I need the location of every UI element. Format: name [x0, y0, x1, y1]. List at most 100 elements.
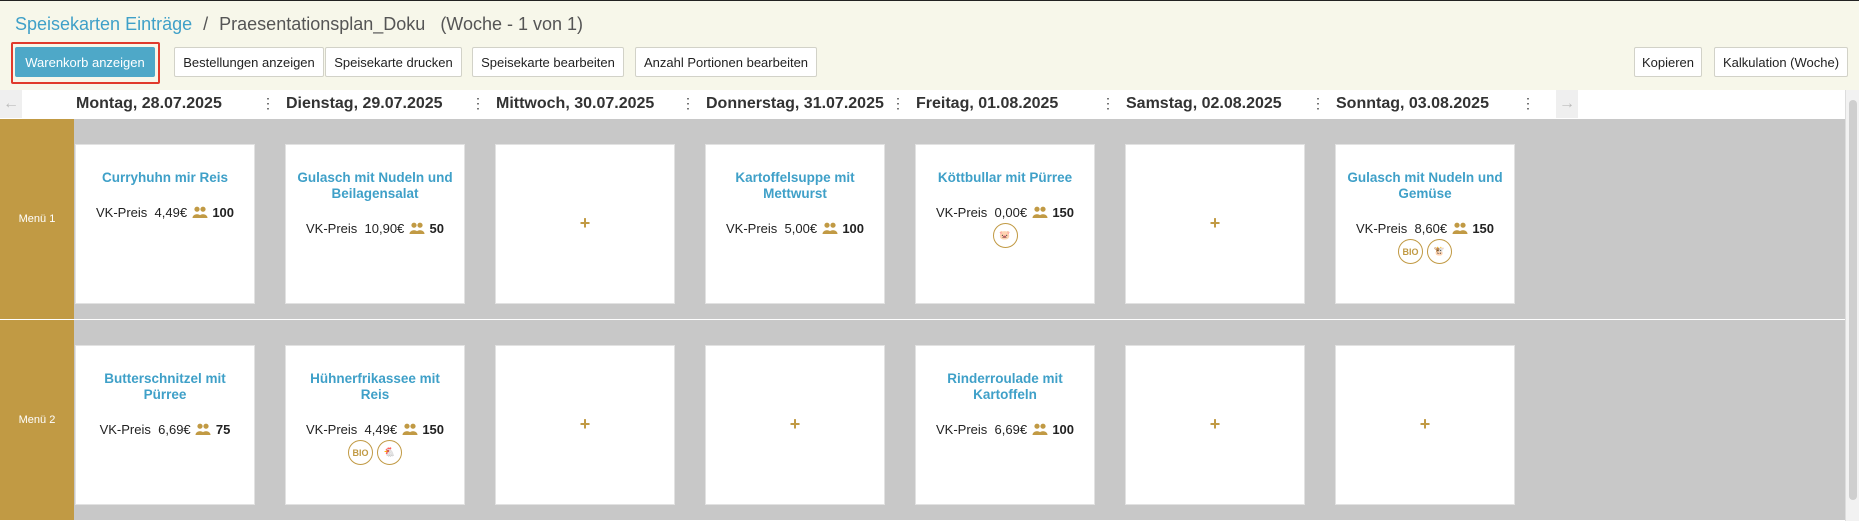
dish-card[interactable]: Köttbullar mit Pürree VK-Preis 0,00€ 150 🐷 — [915, 144, 1095, 304]
price-label: VK-Preis — [305, 422, 358, 437]
add-dish-icon[interactable]: + — [1126, 414, 1304, 435]
arrow-left-icon[interactable]: ← — [0, 90, 22, 118]
add-dish-icon[interactable]: + — [1126, 213, 1304, 234]
dish-card[interactable]: Butterschnitzel mit Pürree VK-Preis 6,69€… — [75, 345, 255, 505]
dish-price-line: VK-Preis 10,90€ 50 — [286, 221, 464, 236]
breadcrumb: Speisekarten Einträge / Praesentationspl… — [15, 14, 583, 35]
day-options-icon[interactable]: ⋮ — [891, 96, 905, 112]
add-dish-icon[interactable]: + — [1336, 414, 1514, 435]
day-options-icon[interactable]: ⋮ — [1311, 96, 1325, 112]
price-label: VK-Preis — [95, 205, 148, 220]
day-header: Mittwoch, 30.07.2025 — [496, 95, 655, 112]
dish-price-line: VK-Preis 5,00€ 100 — [706, 221, 884, 236]
breadcrumb-plan-name: Praesentationsplan_Doku — [219, 14, 426, 34]
dish-card[interactable]: Rinderroulade mit Kartoffeln VK-Preis 6,6… — [915, 345, 1095, 505]
portion-count: 100 — [842, 221, 865, 236]
breadcrumb-root-link[interactable]: Speisekarten Einträge — [15, 14, 192, 34]
dish-price-line: VK-Preis 6,69€ 75 — [76, 422, 254, 437]
dish-title[interactable]: Gulasch mit Nudeln und Beilagensalat — [294, 170, 456, 202]
dish-card[interactable]: Kartoffelsuppe mit Mettwurst VK-Preis 5,0… — [705, 144, 885, 304]
empty-slot-card[interactable]: + — [705, 345, 885, 505]
dish-title[interactable]: Köttbullar mit Pürree — [924, 170, 1086, 186]
dish-card[interactable]: Curryhuhn mir Reis VK-Preis 4,49€ 100 — [75, 144, 255, 304]
dish-title[interactable]: Rinderroulade mit Kartoffeln — [924, 371, 1086, 403]
empty-slot-card[interactable]: + — [495, 144, 675, 304]
price-value: 10,90€ — [364, 221, 405, 236]
price-value: 6,69€ — [158, 422, 191, 437]
dish-card[interactable]: Gulasch mit Nudeln und Beilagensalat VK-P… — [285, 144, 465, 304]
people-icon — [822, 222, 838, 234]
price-label: VK-Preis — [935, 422, 988, 437]
dish-title[interactable]: Butterschnitzel mit Pürree — [84, 371, 246, 403]
price-value: 4,49€ — [364, 422, 398, 437]
portion-count: 75 — [215, 422, 231, 437]
add-dish-icon[interactable]: + — [706, 414, 884, 435]
copy-button[interactable]: Kopieren — [1634, 47, 1702, 77]
portion-count: 100 — [212, 205, 235, 220]
bio-icon: BIO — [1398, 239, 1423, 264]
portion-count: 100 — [1052, 422, 1075, 437]
dish-title[interactable]: Gulasch mit Nudeln und Gemüse — [1344, 170, 1506, 202]
dish-card[interactable]: Gulasch mit Nudeln und Gemüse VK-Preis 8,… — [1335, 144, 1515, 304]
people-icon — [409, 222, 425, 234]
price-value: 4,49€ — [154, 205, 188, 220]
bio-icon: BIO — [348, 440, 373, 465]
day-header: Montag, 28.07.2025 — [76, 95, 222, 112]
people-icon — [1452, 222, 1468, 234]
show-orders-button[interactable]: Bestellungen anzeigen — [174, 47, 324, 77]
edit-menu-button[interactable]: Speisekarte bearbeiten — [472, 47, 624, 77]
portion-count: 150 — [422, 422, 445, 437]
menu-row: Menü 2 Butterschnitzel mit Pürree VK-Preis… — [0, 320, 1845, 520]
day-header-row: ← → Montag, 28.07.2025 ⋮ Dienstag, 29.07.2… — [0, 90, 1580, 118]
price-value: 8,60€ — [1414, 221, 1448, 236]
menu-row-label: Menü 1 — [0, 119, 74, 319]
price-label: VK-Preis — [935, 205, 988, 220]
price-label: VK-Preis — [1355, 221, 1408, 236]
dish-badges: BIO 🐮 — [1336, 239, 1514, 264]
arrow-right-icon[interactable]: → — [1556, 90, 1578, 118]
price-value: 0,00€ — [994, 205, 1028, 220]
empty-slot-card[interactable]: + — [1125, 345, 1305, 505]
chicken-icon: 🐔 — [377, 440, 402, 465]
day-options-icon[interactable]: ⋮ — [261, 96, 275, 112]
day-header: Dienstag, 29.07.2025 — [286, 95, 443, 112]
empty-slot-card[interactable]: + — [495, 345, 675, 505]
edit-portions-button[interactable]: Anzahl Portionen bearbeiten — [635, 47, 817, 77]
print-menu-button[interactable]: Speisekarte drucken — [325, 47, 462, 77]
day-options-icon[interactable]: ⋮ — [1101, 96, 1115, 112]
dish-card[interactable]: Hühnerfrikassee mit Reis VK-Preis 4,49€ 1… — [285, 345, 465, 505]
dish-title[interactable]: Kartoffelsuppe mit Mettwurst — [714, 170, 876, 202]
portion-count: 50 — [429, 221, 444, 236]
scrollbar-thumb[interactable] — [1849, 100, 1857, 500]
highlight-frame — [11, 42, 160, 84]
day-options-icon[interactable]: ⋮ — [471, 96, 485, 112]
price-label: VK-Preis — [725, 221, 778, 236]
dish-price-line: VK-Preis 8,60€ 150 — [1336, 221, 1514, 236]
dish-price-line: VK-Preis 4,49€ 150 — [286, 422, 464, 437]
add-dish-icon[interactable]: + — [496, 213, 674, 234]
people-icon — [1032, 206, 1048, 218]
day-options-icon[interactable]: ⋮ — [1521, 96, 1535, 112]
dish-title[interactable]: Hühnerfrikassee mit Reis — [294, 371, 456, 403]
people-icon — [1032, 423, 1048, 435]
people-icon — [192, 206, 208, 218]
menu-row: Menü 1 Curryhuhn mir Reis VK-Preis 4,49€ 1… — [0, 119, 1845, 319]
price-label: VK-Preis — [305, 221, 358, 236]
vertical-scrollbar[interactable] — [1845, 90, 1859, 521]
dish-title[interactable]: Curryhuhn mir Reis — [84, 170, 246, 186]
menu-plan-grid: ← → Montag, 28.07.2025 ⋮ Dienstag, 29.07.2… — [0, 90, 1859, 521]
portion-count: 150 — [1052, 205, 1075, 220]
week-indicator: (Woche - 1 von 1) — [440, 14, 584, 34]
add-dish-icon[interactable]: + — [496, 414, 674, 435]
day-options-icon[interactable]: ⋮ — [681, 96, 695, 112]
people-icon — [402, 423, 418, 435]
portion-count: 150 — [1472, 221, 1495, 236]
dish-price-line: VK-Preis 4,49€ 100 — [76, 205, 254, 220]
empty-slot-card[interactable]: + — [1125, 144, 1305, 304]
day-header: Samstag, 02.08.2025 — [1126, 95, 1282, 112]
dish-price-line: VK-Preis 0,00€ 150 — [916, 205, 1094, 220]
day-header: Freitag, 01.08.2025 — [916, 95, 1059, 112]
empty-slot-card[interactable]: + — [1335, 345, 1515, 505]
dish-badges: 🐷 — [916, 223, 1094, 248]
calculation-week-button[interactable]: Kalkulation (Woche) — [1714, 47, 1848, 77]
